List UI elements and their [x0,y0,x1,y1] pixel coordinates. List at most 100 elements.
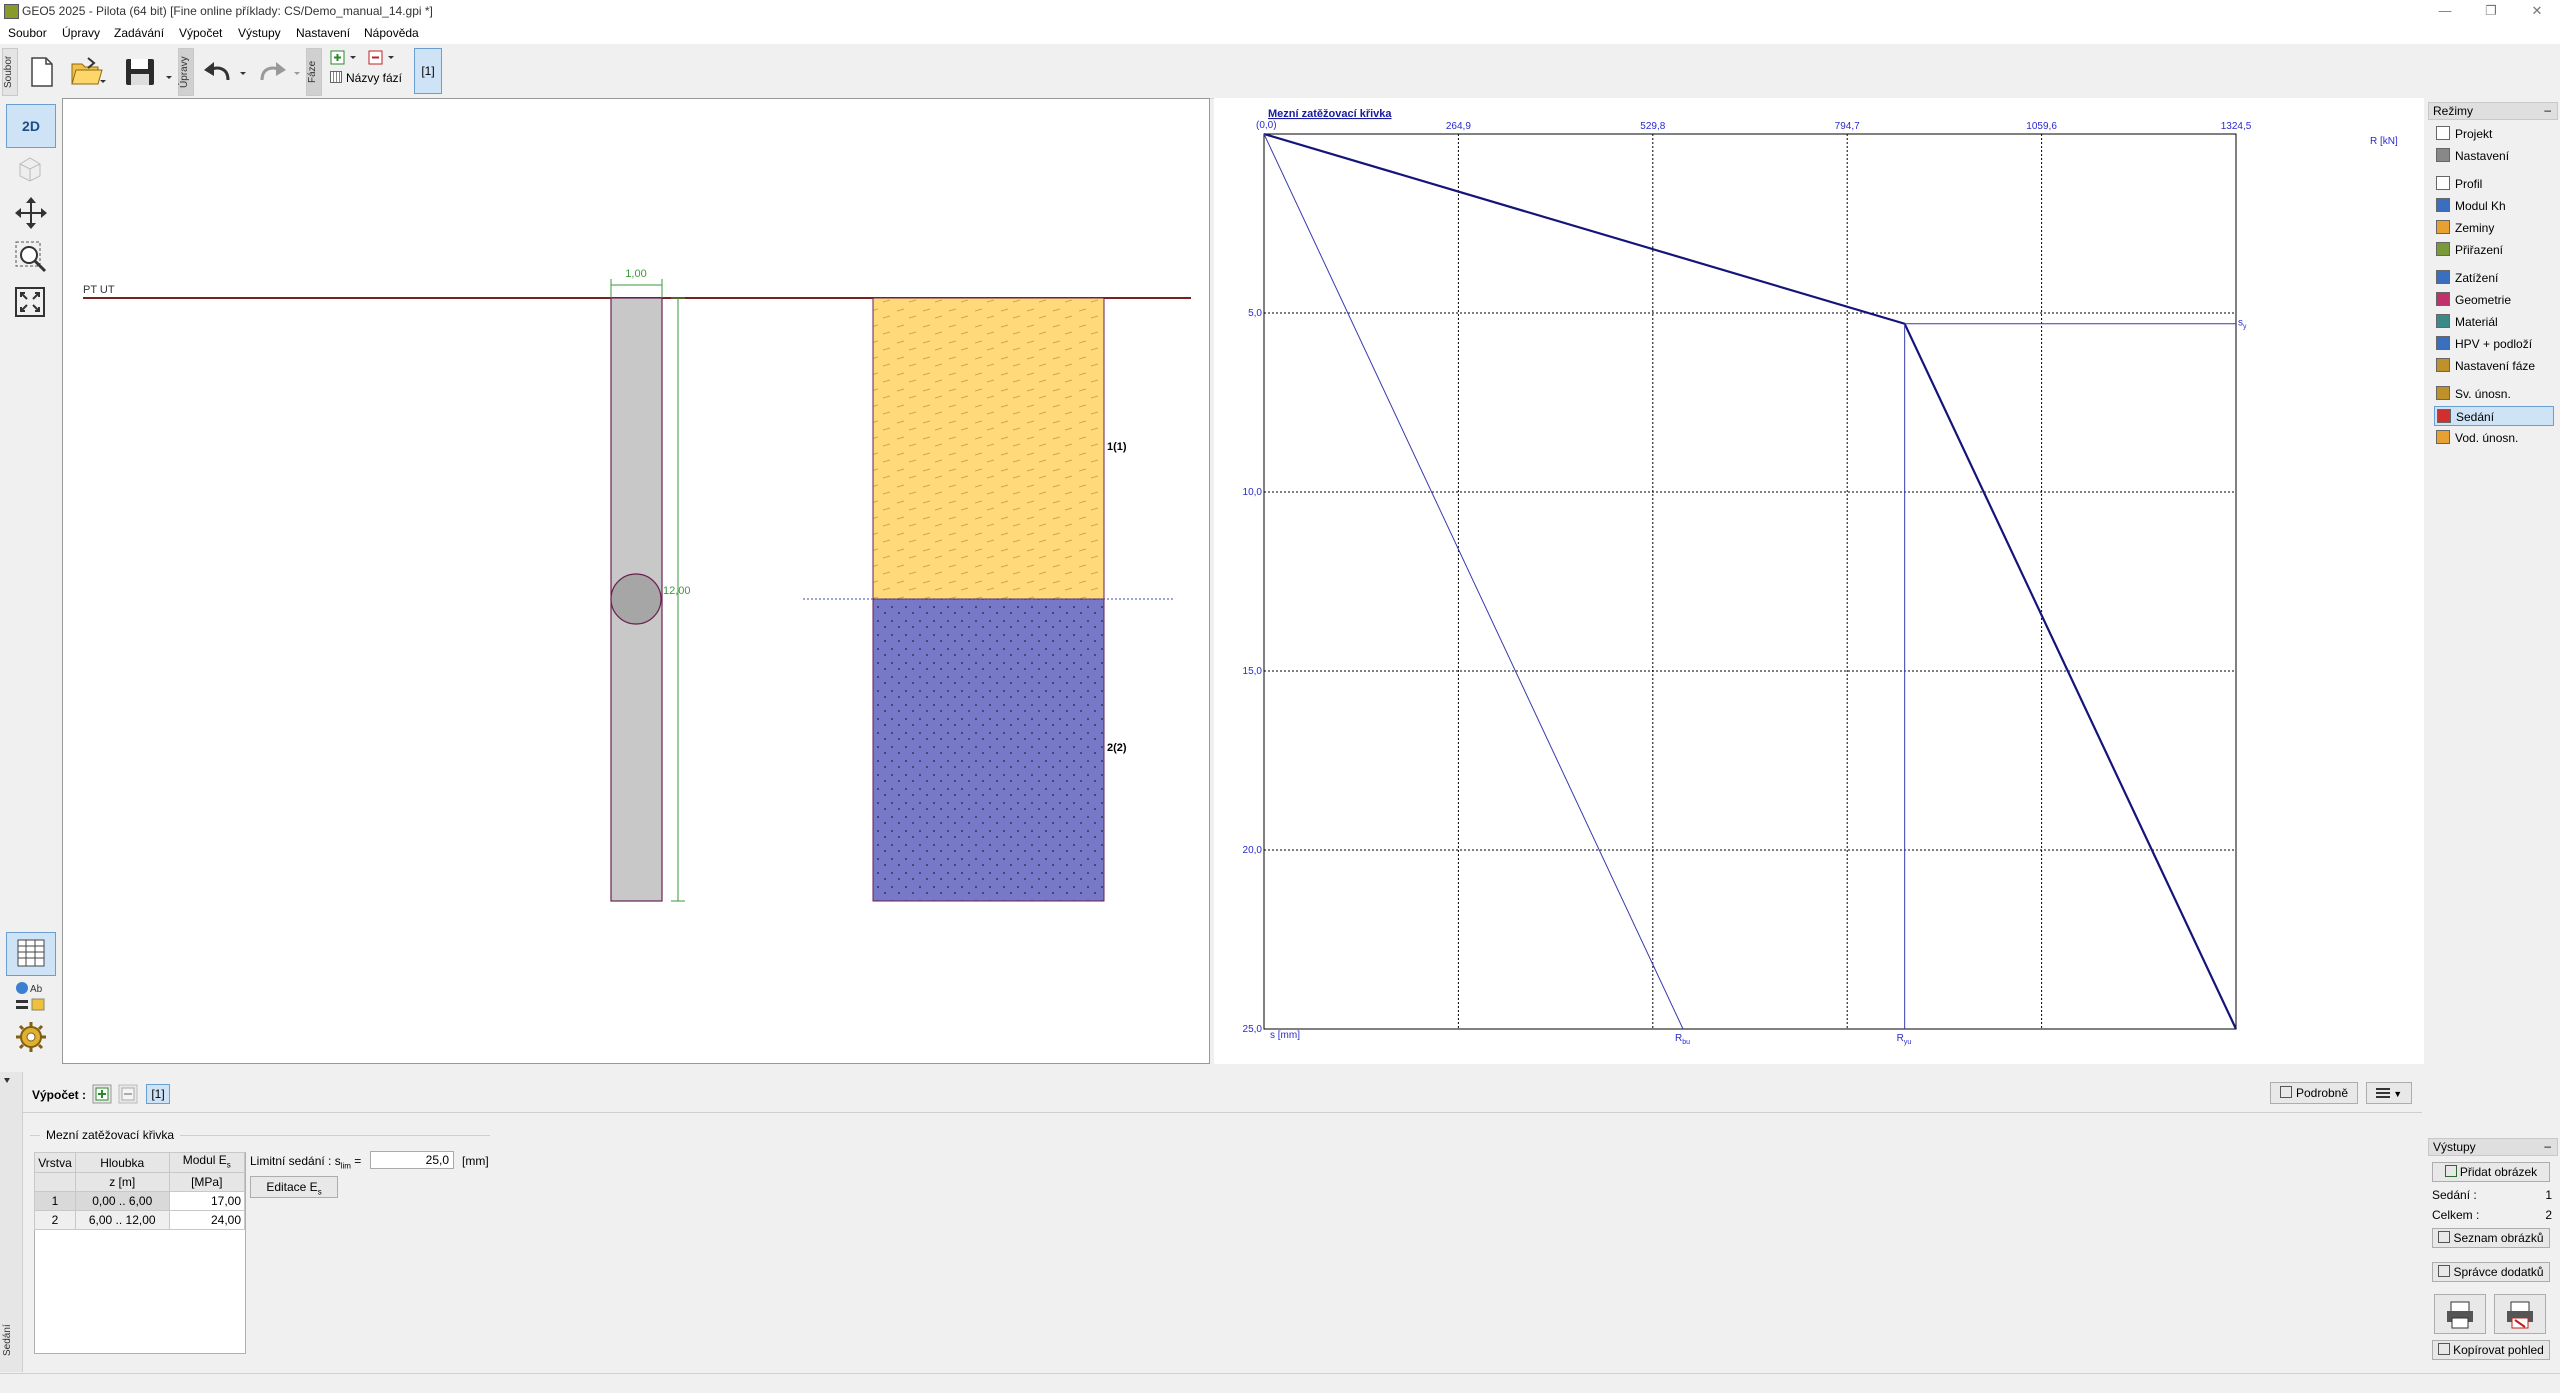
layers-table-container: Vrstva Hloubka Modul Es z [m] [MPa] 1 0,… [34,1151,246,1354]
profile-icon [2436,176,2450,190]
calc-1-button[interactable]: [1] [146,1084,170,1104]
mode-item-gear[interactable]: Nastavení [2434,146,2554,166]
panel-expand-icon[interactable] [4,1078,10,1083]
series-line-1 [1263,132,2237,1030]
tab-upravy[interactable]: Úpravy [178,48,194,96]
col-vrstva-unit [34,1172,76,1193]
x-tick-label: 264,9 [1446,121,1471,132]
menu-upravy[interactable]: Úpravy [62,26,100,40]
restore-icon[interactable]: ❐ [2468,0,2514,22]
fit-view-icon[interactable] [14,286,48,320]
outputs-header-label: Výstupy [2433,1140,2476,1154]
mode-item-assign[interactable]: Přiřazení [2434,240,2554,260]
undo-icon[interactable] [202,58,252,86]
mode-item-profile[interactable]: Profil [2434,174,2554,194]
mode-item-modulus[interactable]: Modul Kh [2434,196,2554,216]
mode-item-load[interactable]: Zatížení [2434,268,2554,288]
print-button[interactable] [2434,1294,2486,1334]
mode-item-horizontal-capacity[interactable]: Vod. únosn. [2434,428,2554,448]
add-image-button[interactable]: Přidat obrázek [2432,1162,2550,1182]
detail-label: Podrobně [2295,1086,2349,1100]
soil-icon [2436,220,2450,234]
drawing-styles-icon[interactable]: Ab [14,980,48,1014]
menu-vystupy[interactable]: Výstupy [238,26,281,40]
limit-eq: = [354,1154,362,1168]
col-vrstva: Vrstva [34,1151,76,1174]
sy-annotation: sy [2238,318,2247,331]
mode-item-label: HPV + podloží [2455,337,2533,351]
remove-phase-icon[interactable] [368,50,398,66]
settings-gear-icon[interactable] [14,1020,48,1054]
right-panel: Režimy – Výstupy – Přidat obrázek Sedání :… [2424,98,2560,1373]
minimize-icon[interactable]: — [2422,0,2468,22]
chart-origin-label: (0,0) [1256,120,1277,131]
total-count-value: 2 [2545,1208,2552,1222]
mode-item-geometry[interactable]: Geometrie [2434,290,2554,310]
redo-icon[interactable] [256,58,306,86]
modes-header: Režimy – [2428,102,2558,120]
mode-item-material[interactable]: Materiál [2434,312,2554,332]
tab-soubor[interactable]: Soubor [2,48,18,96]
view-2d-button[interactable]: 2D [6,104,56,148]
pile-diameter-label: 1,00 [625,268,646,280]
table-row[interactable]: 1 0,00 .. 6,00 17,00 [34,1191,246,1212]
y-tick-label: 5,0 [1248,308,1262,319]
edit-es-button[interactable]: Editace Es [250,1176,338,1198]
geometry-drawing: PT UT 1,00 12,00 1(1) 2(2) [83,268,1191,902]
y-tick-label: 10,0 [1243,487,1263,498]
assign-icon [2436,242,2450,256]
menu-vypocet[interactable]: Výpočet [179,26,222,40]
table-row[interactable]: 2 6,00 .. 12,00 24,00 [34,1210,246,1231]
row-modulus[interactable]: 17,00 [168,1191,246,1212]
row-depth: 0,00 .. 6,00 [74,1191,170,1212]
print-export-button[interactable] [2494,1294,2546,1334]
chart-canvas[interactable]: Mezní zatěžovací křivka (0,0) R [kN] s [… [1214,98,2424,1064]
row-modulus[interactable]: 24,00 [168,1210,246,1231]
remove-calc-icon[interactable] [118,1084,138,1104]
view-3d-icon[interactable] [16,154,44,182]
tab-sedani[interactable]: Sedání [2,1318,16,1362]
menu-napoveda[interactable]: Nápověda [364,26,419,40]
geometry-canvas[interactable]: PT UT 1,00 12,00 1(1) 2(2) [62,98,1210,1064]
pan-icon[interactable] [14,196,48,230]
mode-item-water[interactable]: HPV + podloží [2434,334,2554,354]
edit-es-sub: s [317,1187,322,1197]
col-modul: Modul Es [168,1151,246,1174]
outputs-header: Výstupy – [2428,1138,2558,1156]
phase-names-button[interactable]: Názvy fází [330,71,414,87]
geometry-icon [2436,292,2450,306]
table-view-button[interactable] [6,932,56,976]
appendix-manager-button[interactable]: Správce dodatků [2432,1262,2550,1282]
zoom-icon[interactable] [14,240,48,274]
group-title: Mezní zatěžovací křivka [40,1128,181,1142]
save-icon[interactable] [124,56,174,88]
mode-item-vertical-capacity[interactable]: Sv. únosn. [2434,384,2554,404]
menu-nastaveni[interactable]: Nastavení [296,26,350,40]
add-calc-icon[interactable] [92,1084,112,1104]
open-file-icon[interactable] [70,56,106,88]
image-list-button[interactable]: Seznam obrázků [2432,1228,2550,1248]
copy-view-button[interactable]: Kopírovat pohled [2432,1340,2550,1360]
close-icon[interactable]: ✕ [2514,0,2560,22]
detail-button[interactable]: Podrobně [2270,1082,2358,1104]
new-file-icon[interactable] [28,56,56,88]
row-layer: 2 [34,1210,76,1231]
mode-item-project[interactable]: Projekt [2434,124,2554,144]
phase-1-button[interactable]: [1] [414,48,442,94]
mode-item-phase-settings[interactable]: Nastavení fáze [2434,356,2554,376]
list-options-button[interactable]: ▼ [2366,1082,2412,1104]
rbu-annotation: Rbu [1675,1033,1690,1046]
outputs-collapse-icon[interactable]: – [2544,1138,2551,1154]
row-layer: 1 [34,1191,76,1212]
menu-soubor[interactable]: Soubor [8,26,47,40]
add-phase-icon[interactable] [330,50,360,66]
mode-item-soil[interactable]: Zeminy [2434,218,2554,238]
collapse-icon[interactable]: – [2544,102,2551,118]
col-modul-label: Modul E [182,1153,227,1167]
tab-faze[interactable]: Fáze [306,48,322,96]
limit-settlement-label: Limitní sedání : slim = [250,1154,361,1170]
menu-zadavani[interactable]: Zadávání [114,26,164,40]
limit-settlement-input[interactable] [370,1151,454,1169]
mode-item-label: Vod. únosn. [2455,431,2519,445]
mode-item-settlement[interactable]: Sedání [2434,406,2554,426]
